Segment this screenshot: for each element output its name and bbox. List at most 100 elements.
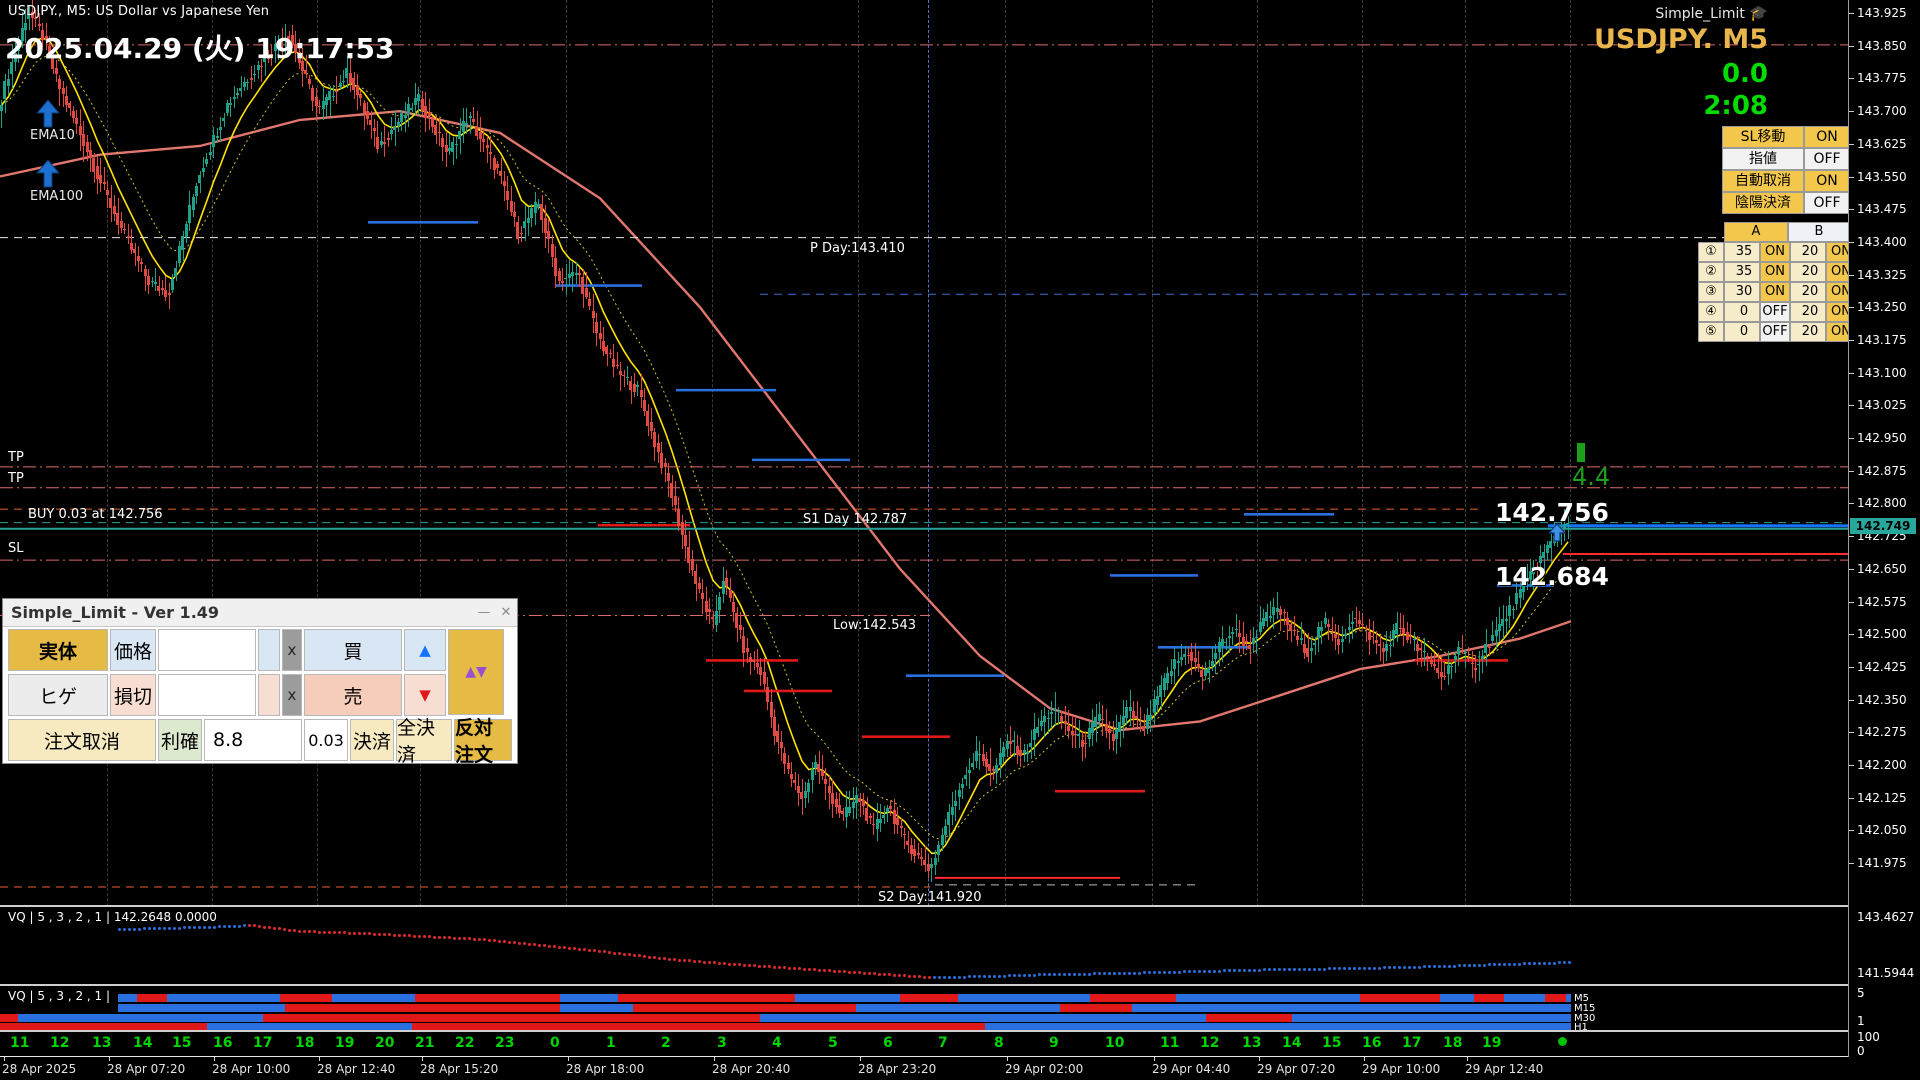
a-value[interactable]: 0	[1724, 322, 1760, 342]
takeprofit-input[interactable]: 8.8	[204, 719, 302, 761]
simple-limit-dialog[interactable]: Simple_Limit - Ver 1.49 — ✕ 実体 価格 x 買 ▲ …	[2, 598, 518, 766]
lot-size-field[interactable]: 0.03	[304, 719, 348, 761]
b-value[interactable]: 20	[1790, 282, 1826, 302]
ab-settings-table: AB①35ON20ON②35ON20ON③30ON20ON④0OFF20ON⑤0…	[1698, 222, 1848, 342]
b-toggle-button[interactable]: ON	[1826, 282, 1848, 302]
vq-dot	[473, 937, 476, 941]
b-value[interactable]: 20	[1790, 302, 1826, 322]
date-tick	[214, 1057, 215, 1061]
vq-dot	[198, 926, 201, 929]
body-mode-button[interactable]: 実体	[8, 629, 108, 671]
sell-button[interactable]: 売	[304, 674, 402, 716]
vq-dot	[623, 952, 626, 956]
vq-dot	[948, 975, 951, 979]
a-toggle-button[interactable]: ON	[1760, 262, 1790, 282]
candle-wick	[972, 753, 974, 771]
stoploss-input[interactable]	[158, 674, 256, 716]
hour-label: 12	[50, 1035, 70, 1051]
toggle-value-button[interactable]: ON	[1804, 126, 1848, 148]
candle-wick	[1058, 706, 1059, 725]
minimize-icon[interactable]: —	[473, 605, 495, 620]
a-value[interactable]: 30	[1724, 282, 1760, 302]
main-chart[interactable]: P Day:143.410 TP TP S1 Day 142.787 BUY 0.03 …	[0, 0, 1848, 907]
candle	[1460, 647, 1464, 649]
col-a-header: A	[1724, 222, 1788, 242]
clear-stop-button[interactable]: x	[282, 674, 302, 716]
candle	[971, 762, 975, 768]
a-value[interactable]: 35	[1724, 262, 1760, 282]
vq-dot	[603, 950, 606, 954]
candle	[1227, 635, 1231, 639]
candle	[410, 108, 414, 110]
tf-trend-segment	[207, 1023, 412, 1030]
candle	[451, 141, 455, 152]
a-value[interactable]: 35	[1724, 242, 1760, 262]
buy-arrow-button[interactable]: ▲	[404, 629, 446, 671]
candle	[725, 577, 728, 586]
vq-dot	[1368, 966, 1371, 970]
b-value[interactable]: 20	[1790, 322, 1826, 342]
b-value[interactable]: 20	[1790, 242, 1826, 262]
b-value[interactable]: 20	[1790, 262, 1826, 282]
candle-wick	[1300, 622, 1302, 646]
vq-dot	[778, 965, 781, 969]
price-scale[interactable]: 142.749 143.925 143.850 143.775 143.700 143.…	[1848, 0, 1920, 1080]
reverse-order-button[interactable]: 反対注文	[454, 717, 512, 766]
vq-dot	[318, 930, 321, 934]
price-input[interactable]	[158, 629, 256, 671]
b-toggle-button[interactable]: ON	[1826, 262, 1848, 282]
vq-dot	[1563, 961, 1566, 965]
candle	[1422, 651, 1426, 653]
a-toggle-button[interactable]: ON	[1760, 282, 1790, 302]
panel-symbol-timeframe: USDJPY. M5	[1593, 24, 1768, 55]
close-icon[interactable]: ✕	[495, 605, 517, 620]
vq-dot	[243, 924, 246, 928]
stoploss-label-button[interactable]: 損切	[110, 674, 156, 716]
scale-tick	[1849, 307, 1854, 309]
candle	[218, 126, 222, 130]
toggle-value-button[interactable]: OFF	[1804, 148, 1848, 170]
time-axis[interactable]: 28 Apr 2025 28 Apr 07:20 28 Apr 10:00 28 Ap…	[0, 1057, 1920, 1080]
close-position-button[interactable]: 決済	[350, 719, 394, 761]
vq-dot	[798, 967, 801, 971]
a-toggle-button[interactable]: OFF	[1760, 302, 1790, 322]
candle	[1268, 616, 1272, 618]
hour-label: 7	[938, 1035, 948, 1051]
clear-price-button[interactable]: x	[282, 629, 302, 671]
sell-arrow-button[interactable]: ▼	[404, 674, 446, 716]
b-toggle-button[interactable]: ON	[1826, 302, 1848, 322]
candle	[663, 462, 667, 467]
price-step-cell[interactable]	[258, 629, 280, 671]
vq-dot	[563, 946, 566, 950]
wick-mode-button[interactable]: ヒゲ	[8, 674, 108, 716]
candle	[75, 118, 79, 124]
vq-indicator-window[interactable]: VQ | 5 , 3 , 2 , 1 | 142.2648 0.0000	[0, 907, 1848, 986]
dialog-titlebar[interactable]: Simple_Limit - Ver 1.49 — ✕	[3, 599, 517, 627]
candle	[133, 249, 137, 253]
vq-dot	[1253, 968, 1256, 972]
a-toggle-button[interactable]: OFF	[1760, 322, 1790, 342]
vq-dot	[1028, 973, 1031, 977]
a-value[interactable]: 0	[1724, 302, 1760, 322]
candle-wick	[343, 70, 345, 86]
candle	[106, 190, 109, 196]
b-toggle-button[interactable]: ON	[1826, 322, 1848, 342]
level-line-label: TP	[8, 470, 24, 486]
b-toggle-button[interactable]: ON	[1826, 242, 1848, 262]
price-label-button[interactable]: 価格	[110, 629, 156, 671]
vq-dot	[1163, 970, 1166, 974]
candle-wick	[155, 268, 157, 291]
candle	[639, 389, 643, 397]
stop-step-cell[interactable]	[258, 674, 280, 716]
takeprofit-label-button[interactable]: 利確	[158, 719, 202, 761]
buy-button[interactable]: 買	[304, 629, 402, 671]
toggle-value-button[interactable]: OFF	[1804, 192, 1848, 214]
cancel-order-button[interactable]: 注文取消	[8, 719, 156, 761]
hour-ruler-window[interactable]: 11 12 13 14 15 16 17 18 19 20 21 22 23 0 1 2 3 4 5 6 7 8 9 10 11…	[0, 1032, 1848, 1057]
toggle-value-button[interactable]: ON	[1804, 170, 1848, 192]
vq-multitf-window[interactable]: VQ | 5 , 3 , 2 , 1 | M5 M15 M30 H1	[0, 986, 1848, 1032]
candle-wick	[1410, 624, 1412, 645]
candle	[489, 151, 493, 154]
a-toggle-button[interactable]: ON	[1760, 242, 1790, 262]
close-all-button[interactable]: 全決済	[396, 717, 452, 766]
